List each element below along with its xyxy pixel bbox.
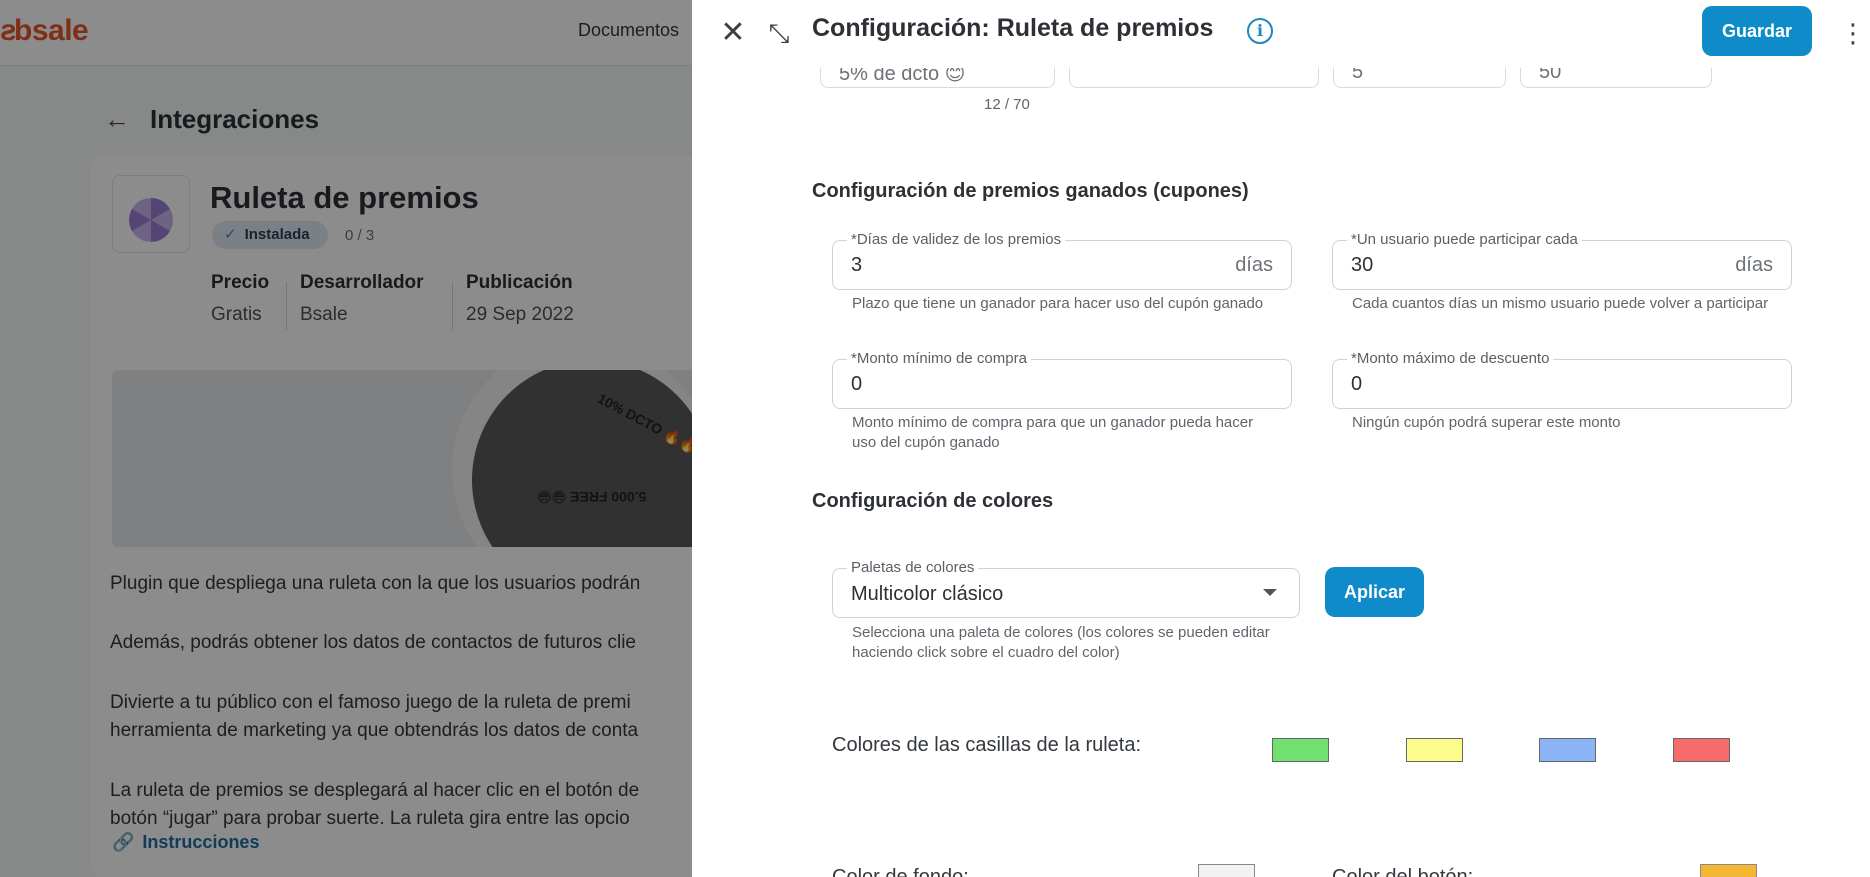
field-helper: Monto mínimo de compra para que un ganad…: [852, 414, 1254, 451]
colors-section-title: Configuración de colores: [812, 490, 1054, 512]
panel-header: ✕ ⤡ Configuración: Ruleta de premios i G…: [692, 0, 1870, 68]
participation-interval-field[interactable]: *Un usuario puede participar cada 30 día…: [1332, 231, 1792, 290]
chevron-down-icon: [1263, 589, 1277, 596]
field-helper: Cada cuantos días un mismo usuario puede…: [1352, 295, 1769, 312]
field-value: 0: [851, 373, 863, 395]
panel-title: Configuración: Ruleta de premios: [812, 14, 1214, 42]
field-helper: Selecciona una paleta de colores (los co…: [852, 624, 1270, 661]
field-value: 30: [1351, 254, 1374, 276]
field-helper: Ningún cupón podrá superar este monto: [1352, 414, 1621, 431]
close-icon[interactable]: ✕: [714, 14, 752, 52]
field-label: *Días de validez de los premios: [847, 231, 1066, 248]
validity-days-field[interactable]: *Días de validez de los premios 3 días: [832, 231, 1292, 290]
color-swatch[interactable]: [1673, 738, 1730, 762]
button-color-swatch[interactable]: [1700, 864, 1757, 877]
field-label: *Monto máximo de descuento: [1347, 350, 1554, 367]
field-value: 0: [1351, 373, 1363, 395]
expand-icon[interactable]: ⤡: [760, 14, 798, 52]
field-suffix: días: [1235, 254, 1273, 276]
more-options-icon[interactable]: ⋮: [1840, 14, 1866, 52]
max-discount-field[interactable]: *Monto máximo de descuento 0: [1332, 350, 1792, 409]
min-purchase-field[interactable]: *Monto mínimo de compra 0: [832, 350, 1292, 409]
field-label: *Monto mínimo de compra: [847, 350, 1031, 367]
background-color-label: Color de fondo:: [832, 866, 969, 877]
field-value: Multicolor clásico: [851, 583, 1004, 605]
color-swatch[interactable]: [1406, 738, 1463, 762]
button-color-label: Color del botón:: [1332, 866, 1474, 877]
field-label: *Un usuario puede participar cada: [1347, 231, 1582, 248]
color-swatch[interactable]: [1539, 738, 1596, 762]
field-suffix: días: [1735, 254, 1773, 276]
palette-select[interactable]: Paletas de colores Multicolor clásico: [832, 559, 1300, 618]
swatches-label: Colores de las casillas de la ruleta:: [832, 734, 1142, 756]
info-icon[interactable]: i: [1247, 18, 1273, 44]
field-label: Paletas de colores: [847, 559, 979, 576]
field-value: 3: [851, 254, 863, 276]
background-color-swatch[interactable]: [1198, 864, 1255, 877]
prizes-section-title: Configuración de premios ganados (cupone…: [812, 180, 1249, 202]
char-counter: 12 / 70: [984, 96, 1030, 113]
config-panel: ✕ ⤡ Configuración: Ruleta de premios i G…: [692, 0, 1870, 877]
save-button[interactable]: Guardar: [1702, 6, 1812, 56]
field-helper: Plazo que tiene un ganador para hacer us…: [852, 295, 1264, 312]
apply-button[interactable]: Aplicar: [1325, 567, 1424, 617]
color-swatch[interactable]: [1272, 738, 1329, 762]
